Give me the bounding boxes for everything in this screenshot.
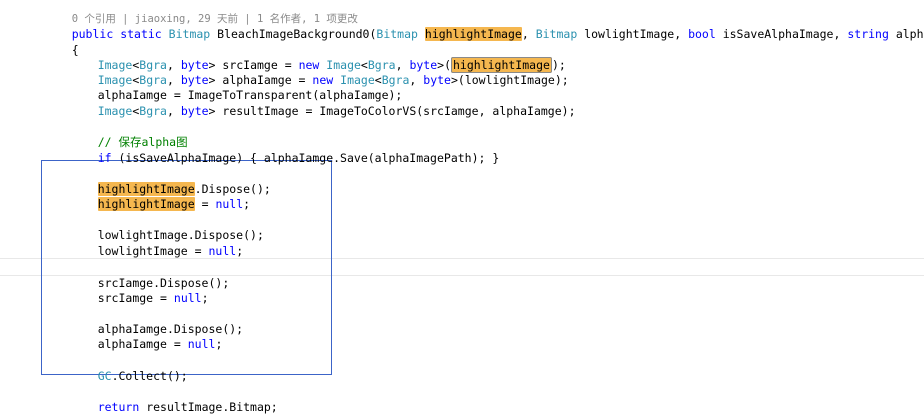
code-line-if: if (isSaveAlphaImage) { alphaIamge.Save(… bbox=[70, 134, 500, 165]
kw-static: static bbox=[120, 27, 162, 41]
code-line-null-alpha: alphaIamge = null; bbox=[70, 320, 223, 351]
type-name: GC bbox=[97, 369, 112, 383]
code-line-brace-open: { bbox=[44, 26, 79, 57]
code-line-transparent: alphaIamge = ImageToTransparent(alphaIam… bbox=[70, 71, 403, 102]
type-name: Image bbox=[97, 104, 133, 118]
highlighted-identifier[interactable]: highlightImage bbox=[97, 197, 195, 211]
type-bitmap: Bitmap bbox=[168, 27, 211, 41]
param-type: bool bbox=[688, 27, 716, 41]
code-line-gc: GC.Collect(); bbox=[70, 352, 188, 383]
code-text: ; bbox=[201, 291, 209, 305]
code-line-signature: public static Bitmap BleachImageBackgrou… bbox=[44, 10, 924, 41]
highlighted-identifier[interactable]: highlightImage bbox=[424, 27, 522, 41]
keyword-if: if bbox=[97, 151, 112, 165]
param-type: Bitmap bbox=[376, 27, 418, 41]
code-line-srcimage: Image<Bgra, byte> srcIamge = new Image<B… bbox=[70, 41, 566, 73]
code-text: >(lowlightImage); bbox=[450, 73, 569, 87]
keyword-return: return bbox=[97, 400, 140, 414]
code-line-null-highlight: highlightImage = null; bbox=[70, 180, 250, 211]
param-type: Bitmap bbox=[535, 27, 578, 41]
code-line-dispose-highlight: highlightImage.Dispose(); bbox=[70, 165, 271, 196]
code-text: > resultImage = ImageToColorVS(srcIamge,… bbox=[208, 104, 576, 118]
keyword-null: null bbox=[187, 337, 216, 351]
method-name: BleachImageBackground0( bbox=[217, 27, 377, 41]
keyword: byte bbox=[423, 73, 451, 87]
code-text: srcIamge = bbox=[97, 291, 167, 305]
code-line-null-src: srcIamge = null; bbox=[70, 274, 209, 305]
code-line-alphaimage: Image<Bgra, byte> alphaIamge = new Image… bbox=[70, 56, 569, 87]
code-text: , bbox=[521, 27, 529, 41]
code-line-return: return resultImage.Bitmap; bbox=[70, 383, 278, 414]
code-text: alphaImagePath) bbox=[895, 27, 924, 41]
code-text: , bbox=[166, 104, 174, 118]
codelens-info[interactable]: 0 个引用 | jiaoxing, 29 天前 | 1 名作者, 1 项更改 bbox=[44, 0, 358, 25]
code-text: .Collect(); bbox=[111, 369, 188, 383]
code-text: resultImage.Bitmap; bbox=[146, 400, 278, 414]
code-line-comment: // 保存alpha图 bbox=[70, 118, 188, 149]
code-text: (isSaveAlphaImage) { alphaIamge.Save(alp… bbox=[118, 151, 500, 165]
code-line-dispose-lowlight: lowlightImage.Dispose(); bbox=[70, 211, 264, 242]
code-editor[interactable]: 0 个引用 | jiaoxing, 29 天前 | 1 名作者, 1 项更改 p… bbox=[0, 0, 924, 418]
code-text: lowlightImage, bbox=[584, 27, 682, 41]
code-text: lowlightImage = bbox=[97, 244, 202, 258]
type-name: Bgra bbox=[139, 104, 167, 118]
code-text: = bbox=[194, 197, 209, 211]
code-text: ; bbox=[215, 337, 223, 351]
param-type: string bbox=[847, 27, 889, 41]
code-line-brace-close: } bbox=[44, 399, 79, 418]
code-text: alphaIamge = bbox=[97, 337, 181, 351]
code-line-null-lowlight: lowlightImage = null; bbox=[70, 227, 243, 258]
code-text: ; bbox=[236, 244, 244, 258]
keyword-null: null bbox=[208, 244, 237, 258]
code-line-dispose-src: srcIamge.Dispose(); bbox=[70, 259, 230, 290]
keyword-null: null bbox=[173, 291, 202, 305]
code-text: isSaveAlphaImage, bbox=[722, 27, 841, 41]
keyword-null: null bbox=[215, 197, 244, 211]
keyword: byte bbox=[180, 104, 209, 118]
code-line-resultimage: Image<Bgra, byte> resultImage = ImageToC… bbox=[70, 87, 576, 118]
code-line-dispose-alpha: alphaIamge.Dispose(); bbox=[70, 305, 243, 336]
code-text: ; bbox=[243, 197, 251, 211]
code-text: , bbox=[409, 73, 417, 87]
